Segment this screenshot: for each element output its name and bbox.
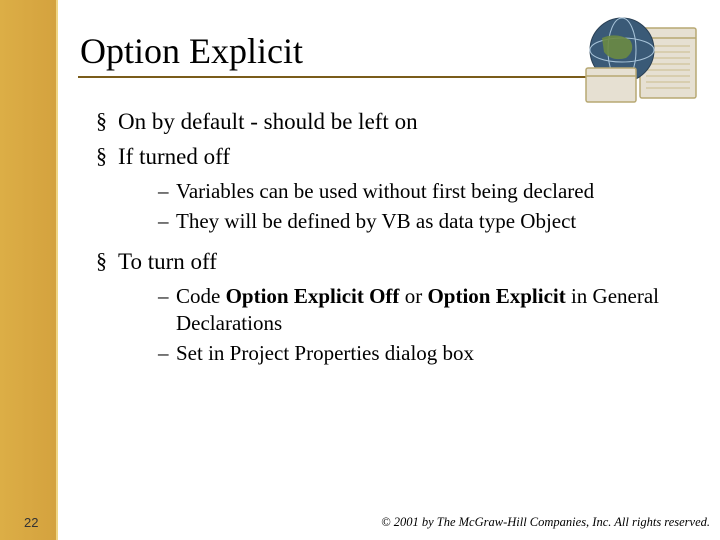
copyright-text: © 2001 by The McGraw-Hill Companies, Inc… bbox=[381, 515, 710, 530]
slide-content: Option Explicit On by default - should b… bbox=[56, 0, 720, 540]
bullet-text: To turn off bbox=[118, 249, 217, 274]
bold-text: Option Explicit bbox=[427, 284, 565, 308]
bullet-text: On by default - should be left on bbox=[118, 109, 418, 134]
bold-text: Option Explicit Off bbox=[226, 284, 400, 308]
sub-item: Set in Project Properties dialog box bbox=[158, 340, 690, 367]
sub-item: Code Option Explicit Off or Option Expli… bbox=[158, 283, 690, 338]
sub-list: Variables can be used without first bein… bbox=[118, 178, 690, 236]
sub-list: Code Option Explicit Off or Option Expli… bbox=[118, 283, 690, 368]
text: or bbox=[399, 284, 427, 308]
page-number: 22 bbox=[24, 515, 38, 530]
bullet-item: To turn off Code Option Explicit Off or … bbox=[96, 246, 690, 368]
slide-footer: 22 © 2001 by The McGraw-Hill Companies, … bbox=[0, 515, 720, 530]
text: Code bbox=[176, 284, 226, 308]
bullet-item: If turned off Variables can be used with… bbox=[96, 141, 690, 236]
bullet-text: If turned off bbox=[118, 144, 230, 169]
bullet-list: On by default - should be left on If tur… bbox=[78, 106, 690, 368]
bullet-item: On by default - should be left on bbox=[96, 106, 690, 137]
sub-item: Variables can be used without first bein… bbox=[158, 178, 690, 205]
decorative-globe-icon bbox=[582, 10, 702, 106]
sub-item: They will be defined by VB as data type … bbox=[158, 208, 690, 235]
gold-sidebar bbox=[0, 0, 56, 540]
